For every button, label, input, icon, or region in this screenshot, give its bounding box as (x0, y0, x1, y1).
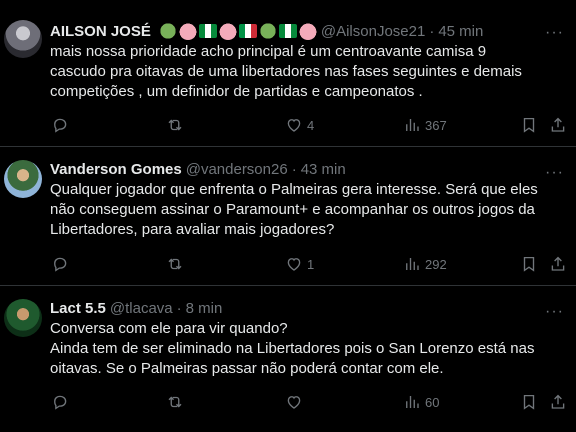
tweet-text-line: Ainda tem de ser eliminado na Libertador… (50, 340, 535, 357)
author-handle[interactable]: @AilsonJose21 (321, 23, 425, 40)
repost-icon (168, 119, 182, 131)
share-button[interactable] (549, 393, 567, 411)
avatar[interactable] (4, 20, 42, 58)
tweet-text-line: competições , um definidor de partidas e… (50, 83, 423, 100)
pig-face-icon (178, 22, 197, 40)
tweet-text: mais nossa prioridade acho principal é u… (50, 42, 566, 102)
nigeria-flag-icon (198, 24, 217, 38)
pig-face-icon (298, 22, 317, 40)
views-chart-icon (406, 396, 419, 408)
bookmark-button[interactable] (520, 116, 538, 134)
tweet-actions: 4 367 (0, 116, 576, 136)
tweet-actions: 60 (0, 393, 576, 413)
timestamp[interactable]: 43 min (301, 161, 346, 178)
heart-icon (287, 396, 301, 409)
heart-icon (287, 119, 301, 132)
tweet-header: Lact 5.5 @tlacava · 8 min (50, 300, 222, 317)
author-handle[interactable]: @tlacava (110, 300, 173, 317)
author-name[interactable]: AILSON JOSÉ (50, 23, 151, 40)
views-chart-icon (406, 119, 419, 131)
tweet-text-line: cascudo pra oitavas de uma libertadores … (50, 63, 522, 80)
tweet-text: Conversa com ele para vir quando? Ainda … (50, 319, 566, 379)
reply-button[interactable] (51, 393, 73, 411)
share-icon (551, 394, 565, 409)
share-icon (551, 256, 565, 271)
reply-button[interactable] (51, 255, 73, 273)
name-emojis (158, 22, 317, 40)
tweet-text-line: Qualquer jogador que enfrenta o Palmeira… (50, 181, 538, 198)
tweet-text: Qualquer jogador que enfrenta o Palmeira… (50, 180, 566, 240)
reply-icon (54, 257, 67, 272)
like-count: 1 (307, 256, 315, 272)
timestamp[interactable]: 45 min (438, 23, 483, 40)
repost-icon (168, 258, 182, 270)
tweet-header: Vanderson Gomes @vanderson26 · 43 min (50, 161, 346, 178)
repost-button[interactable] (166, 393, 188, 411)
author-handle[interactable]: @vanderson26 (186, 161, 288, 178)
reply-button[interactable] (51, 116, 73, 134)
tweet[interactable]: AILSON JOSÉ @AilsonJose21 · 45 min ··· m… (0, 0, 576, 147)
repost-icon (168, 396, 182, 408)
views-button[interactable]: 367 (403, 116, 447, 134)
pig-face-icon (218, 22, 237, 40)
more-options-icon[interactable]: ··· (545, 24, 564, 42)
repost-button[interactable] (166, 255, 188, 273)
share-button[interactable] (549, 116, 567, 134)
green-heart-icon (158, 22, 177, 40)
views-button[interactable]: 292 (403, 255, 447, 273)
views-chart-icon (406, 258, 419, 270)
separator-dot: · (176, 300, 182, 317)
tweet-text-line: não conseguem assinar o Paramount+ e aco… (50, 201, 535, 218)
tweet[interactable]: Vanderson Gomes @vanderson26 · 43 min ··… (0, 148, 576, 286)
reply-icon (54, 395, 67, 410)
tweet-actions: 1 292 (0, 255, 576, 275)
tweet-text-line: oitavas. Se o Palmeiras passar não poder… (50, 360, 444, 377)
like-button[interactable]: 1 (285, 255, 314, 273)
italy-flag-icon (238, 24, 257, 38)
bookmark-icon (523, 256, 535, 272)
bookmark-icon (523, 117, 535, 133)
timestamp[interactable]: 8 min (186, 300, 223, 317)
tweet-text-line: Libertadores, para avaliar mais jogadore… (50, 221, 335, 238)
bookmark-button[interactable] (520, 255, 538, 273)
share-icon (551, 117, 565, 132)
author-name[interactable]: Lact 5.5 (50, 300, 106, 317)
heart-icon (287, 258, 301, 271)
like-count: 4 (307, 117, 315, 133)
timeline-feed: AILSON JOSÉ @AilsonJose21 · 45 min ··· m… (0, 0, 576, 432)
like-button[interactable] (285, 393, 307, 411)
tweet-header: AILSON JOSÉ @AilsonJose21 · 45 min (50, 22, 483, 40)
avatar[interactable] (4, 299, 42, 337)
views-button[interactable]: 60 (403, 393, 439, 411)
author-name[interactable]: Vanderson Gomes (50, 161, 182, 178)
green-heart-icon (258, 22, 277, 40)
view-count: 292 (425, 256, 447, 272)
separator-dot: · (429, 22, 435, 40)
repost-button[interactable] (166, 116, 188, 134)
share-button[interactable] (549, 255, 567, 273)
bookmark-icon (523, 394, 535, 410)
view-count: 367 (425, 117, 447, 133)
reply-icon (54, 118, 67, 133)
separator-dot: · (291, 161, 297, 178)
bookmark-button[interactable] (520, 393, 538, 411)
like-button[interactable]: 4 (285, 116, 314, 134)
tweet-text-line: Conversa com ele para vir quando? (50, 320, 288, 337)
nigeria-flag-icon (278, 24, 297, 38)
tweet[interactable]: Lact 5.5 @tlacava · 8 min ··· Conversa c… (0, 287, 576, 432)
tweet-text-line: mais nossa prioridade acho principal é u… (50, 43, 487, 60)
view-count: 60 (425, 394, 440, 410)
avatar[interactable] (4, 160, 42, 198)
